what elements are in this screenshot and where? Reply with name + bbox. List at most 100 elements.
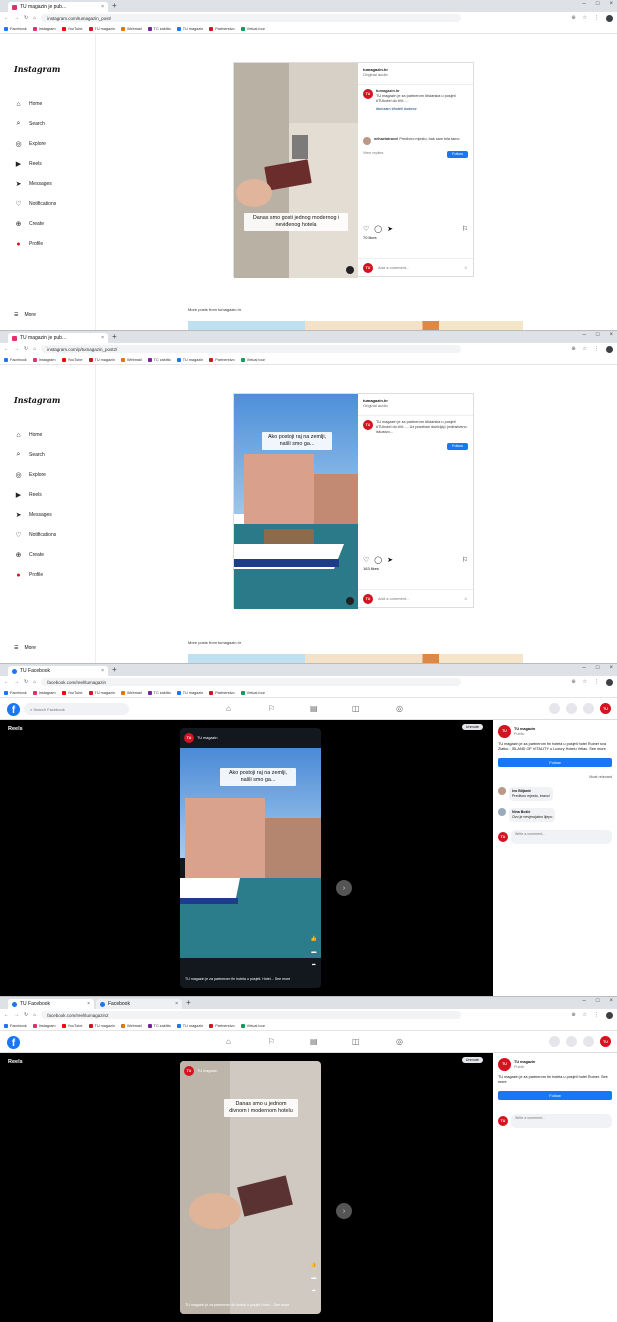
back-icon[interactable]: ←: [4, 679, 9, 685]
bookmark-item[interactable]: Virtual tour: [240, 26, 265, 31]
bookmark-item[interactable]: YouTube: [61, 690, 83, 695]
browser-tab[interactable]: TU Facebook ×: [8, 999, 94, 1009]
sidebar-item-profile[interactable]: ● Profile: [14, 234, 56, 254]
bookmark-item[interactable]: TU magazin: [176, 690, 203, 695]
home-icon[interactable]: ⌂: [33, 1012, 36, 1018]
home-icon[interactable]: ⌂: [226, 704, 231, 713]
next-reel-button[interactable]: ›: [336, 880, 352, 896]
bookmark-item[interactable]: TU magazin: [88, 26, 115, 31]
close-icon[interactable]: ×: [175, 1001, 178, 1007]
sidebar-item-notifications[interactable]: ♡ Notifications: [14, 194, 56, 214]
comment-input[interactable]: Write a comment...: [511, 830, 612, 844]
bookmark-item[interactable]: TC zaštito: [147, 26, 171, 31]
commenter-avatar[interactable]: [498, 787, 506, 795]
marketplace-icon[interactable]: ▤: [310, 704, 318, 713]
instagram-logo[interactable]: Instagram: [14, 64, 60, 74]
back-icon[interactable]: ←: [4, 346, 9, 352]
follow-button[interactable]: Follow: [498, 758, 612, 767]
facebook-logo-icon[interactable]: f: [7, 1036, 20, 1049]
url-field[interactable]: facebook.com/reel/tumagazin2: [41, 1011, 462, 1019]
share-icon[interactable]: ➦: [312, 1288, 316, 1294]
new-tab-icon[interactable]: +: [112, 1, 117, 10]
heart-icon[interactable]: ♡: [363, 225, 369, 233]
search-input[interactable]: ⌕ Search Facebook: [24, 703, 129, 715]
bookmark-item[interactable]: Webmail: [120, 1023, 142, 1028]
sidebar-item-search[interactable]: ⌕ Search: [14, 445, 56, 465]
bookmark-item[interactable]: TU magazin: [176, 1023, 203, 1028]
bookmark-item[interactable]: Facebook: [4, 26, 27, 31]
bookmark-item[interactable]: Instagram: [32, 690, 56, 695]
more-posts-strip[interactable]: [188, 321, 523, 330]
reload-icon[interactable]: ↻: [24, 679, 28, 685]
sidebar-item-create[interactable]: ⊕ Create: [14, 214, 56, 234]
unmute-button[interactable]: Unmute: [461, 724, 483, 730]
window-controls[interactable]: – □ ×: [583, 665, 613, 671]
bookmark-item[interactable]: Partnerstvo: [209, 357, 235, 362]
sidebar-item-create[interactable]: ⊕ Create: [14, 545, 56, 565]
bookmark-item[interactable]: YouTube: [61, 357, 83, 362]
profile-avatar-icon[interactable]: [606, 345, 613, 353]
bookmark-item[interactable]: TC zaštito: [147, 690, 171, 695]
menu-grid-icon[interactable]: [549, 1036, 560, 1047]
reload-icon[interactable]: ↻: [24, 1012, 28, 1018]
sidebar-item-search[interactable]: ⌕ Search: [14, 114, 56, 134]
bookmark-item[interactable]: Facebook: [4, 1023, 27, 1028]
window-controls[interactable]: – □ ×: [583, 332, 613, 338]
sidebar-item-profile[interactable]: ● Profile: [14, 565, 56, 585]
bookmark-item[interactable]: Webmail: [120, 690, 142, 695]
comment-input[interactable]: TU Add a comment... ☺: [358, 589, 473, 607]
bookmark-item[interactable]: Webmail: [120, 26, 142, 31]
comment-icon[interactable]: ◯: [374, 556, 382, 564]
close-icon[interactable]: ×: [101, 4, 104, 10]
url-field[interactable]: instagram.com/tumagazin_post/: [41, 14, 462, 22]
bookmark-item[interactable]: TU magazin: [88, 1023, 115, 1028]
notifications-icon[interactable]: [583, 703, 594, 714]
flag-icon[interactable]: ⚐: [268, 704, 275, 713]
bookmark-item[interactable]: Virtual tour: [240, 1023, 265, 1028]
bookmark-icon[interactable]: ⚐: [462, 225, 468, 233]
gaming-icon[interactable]: ◎: [396, 704, 403, 713]
avatar[interactable]: TU: [498, 1058, 511, 1071]
comment-input[interactable]: Write a comment...: [511, 1114, 612, 1128]
bookmark-item[interactable]: YouTube: [61, 1023, 83, 1028]
bookmark-item[interactable]: TC zaštito: [147, 357, 171, 362]
account-avatar[interactable]: TU: [600, 1036, 611, 1047]
groups-icon[interactable]: ◫: [352, 704, 360, 713]
avatar[interactable]: TU: [498, 725, 511, 738]
bookmark-item[interactable]: TU magazin: [88, 690, 115, 695]
close-icon[interactable]: ×: [87, 1001, 90, 1007]
bookmark-item[interactable]: Facebook: [4, 357, 27, 362]
next-reel-button[interactable]: ›: [336, 1203, 352, 1219]
post-video[interactable]: Ako postoji raj na zemlji, našli smo ga.…: [234, 394, 358, 609]
sidebar-item-home[interactable]: ⌂ Home: [14, 425, 56, 445]
post-audio[interactable]: Original audio: [363, 72, 468, 77]
share-icon[interactable]: ➤: [387, 556, 393, 564]
messenger-icon[interactable]: [566, 1036, 577, 1047]
comment-icon[interactable]: ◯: [374, 225, 382, 233]
commenter-avatar[interactable]: [363, 137, 371, 145]
sidebar-item-messages[interactable]: ➤ Messages: [14, 174, 56, 194]
reel-video[interactable]: TU TU magazin Ako postoji raj na zemlji,…: [180, 728, 321, 988]
home-icon[interactable]: ⌂: [33, 679, 36, 685]
messenger-icon[interactable]: [566, 703, 577, 714]
profile-avatar-icon[interactable]: [606, 678, 613, 686]
bookmark-item[interactable]: Partnerstvo: [209, 26, 235, 31]
reel-page-name[interactable]: TU magazin: [197, 1069, 217, 1073]
bookmark-item[interactable]: Facebook: [4, 690, 27, 695]
facebook-logo-icon[interactable]: f: [7, 703, 20, 716]
like-icon[interactable]: 👍: [311, 1262, 317, 1268]
bookmark-item[interactable]: Virtual tour: [240, 690, 265, 695]
comment-icon[interactable]: ▬: [311, 949, 316, 955]
bookmark-item[interactable]: Webmail: [120, 357, 142, 362]
commenter-avatar[interactable]: [498, 808, 506, 816]
notifications-icon[interactable]: [583, 1036, 594, 1047]
browser-tab[interactable]: Facebook ×: [96, 999, 182, 1009]
reload-icon[interactable]: ↻: [24, 15, 28, 21]
reel-page-name[interactable]: TU magazin: [197, 736, 217, 740]
account-avatar[interactable]: TU: [600, 703, 611, 714]
emoji-icon[interactable]: ☺: [464, 596, 468, 601]
avatar[interactable]: TU: [363, 89, 373, 99]
close-icon[interactable]: ×: [101, 335, 104, 341]
more-posts-label[interactable]: More posts from tumagazin.hr: [188, 640, 241, 645]
view-replies-link[interactable]: View replies: [363, 151, 383, 158]
